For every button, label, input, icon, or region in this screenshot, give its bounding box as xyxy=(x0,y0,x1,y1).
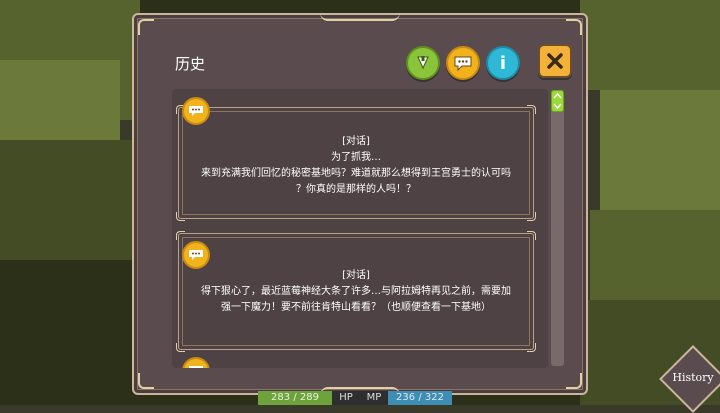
chevron-up-down-icon xyxy=(553,92,562,110)
mp-label: MP xyxy=(360,391,388,405)
filter-button[interactable] xyxy=(406,46,440,80)
entry-line: 强一下魔力！要不前往肯特山看看？（也顺便查看一下基地） xyxy=(221,302,491,313)
panel-title: 历史 xyxy=(175,55,206,73)
status-hud: 283 / 289 HP MP 236 / 322 xyxy=(258,391,452,405)
entry-line: 来到充满我们回忆的秘密基地吗？难道就那么想得到王宫勇士的认可吗 xyxy=(201,168,511,179)
close-button[interactable] xyxy=(538,44,572,78)
info-button[interactable]: i xyxy=(486,46,520,80)
dialogue-bubble-icon xyxy=(182,97,210,125)
entry-line: 为了抓我… xyxy=(331,152,381,163)
hp-value: 283 / 289 xyxy=(258,391,332,405)
speech-bubble-icon xyxy=(454,56,472,72)
hp-label: HP xyxy=(332,391,360,405)
close-icon xyxy=(547,53,563,69)
entry-type: [对话] xyxy=(342,270,370,281)
list-item: [对话] 得下狠心了，最近蓝莓神经大条了许多…与阿拉姆特再见之前，需要加 强一下… xyxy=(176,231,536,352)
entry-line: 得下狠心了，最近蓝莓神经大条了许多…与阿拉姆特再见之前，需要加 xyxy=(201,286,511,297)
bell-filter-icon xyxy=(417,56,429,70)
history-panel: 历史 i [对话] 为了抓我… 来到充满我们回忆的秘密基地吗？难道就那么想得到王… xyxy=(132,13,588,395)
scrollbar[interactable] xyxy=(551,90,564,366)
scrollbar-thumb[interactable] xyxy=(551,90,564,112)
info-icon: i xyxy=(499,52,507,74)
mp-value: 236 / 322 xyxy=(388,391,452,405)
entry-line: ？你真的是那样的人吗！？ xyxy=(296,184,416,195)
dialogue-bubble-icon xyxy=(182,241,210,269)
chat-filter-button[interactable] xyxy=(446,46,480,80)
history-list[interactable]: [对话] 为了抓我… 来到充满我们回忆的秘密基地吗？难道就那么想得到王宫勇士的认… xyxy=(172,89,548,368)
entry-type: [对话] xyxy=(342,136,370,147)
list-item: [对话] 为了抓我… 来到充满我们回忆的秘密基地吗？难道就那么想得到王宫勇士的认… xyxy=(176,105,536,221)
dialogue-bubble-icon xyxy=(182,357,210,368)
history-button-label: History xyxy=(672,371,714,384)
